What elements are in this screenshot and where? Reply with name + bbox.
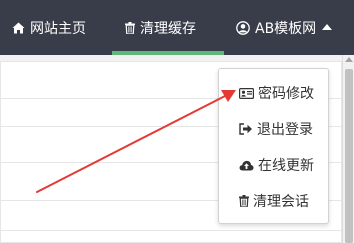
nav-clear-cache-label: 清理缓存	[140, 20, 196, 37]
menu-item-label: 退出登录	[257, 122, 313, 138]
menu-item-label: 清理会话	[253, 194, 309, 210]
menu-item-logout[interactable]: 退出登录	[219, 111, 330, 147]
sign-out-icon	[239, 123, 253, 135]
divider	[1, 230, 343, 231]
vertical-scrollbar[interactable]	[342, 55, 354, 243]
admin-screen: 网站主页 清理缓存 AB模板网 密码修改 退出登录 在线更新 清理会话	[0, 0, 354, 243]
menu-item-label: 密码修改	[258, 86, 314, 102]
cloud-upload-icon	[239, 160, 254, 171]
nav-home-link[interactable]: 网站主页	[12, 0, 86, 55]
caret-up-icon	[322, 22, 333, 33]
top-navigation-bar: 网站主页 清理缓存 AB模板网	[0, 0, 354, 55]
trash-icon	[239, 195, 249, 207]
menu-item-change-password[interactable]: 密码修改	[219, 75, 330, 111]
nav-clear-cache-link[interactable]: 清理缓存	[125, 0, 196, 55]
menu-item-online-update[interactable]: 在线更新	[219, 147, 330, 183]
nav-home-label: 网站主页	[30, 20, 86, 37]
user-menu-toggle[interactable]: AB模板网	[236, 0, 333, 55]
user-circle-icon	[236, 20, 250, 35]
id-card-icon	[239, 87, 254, 99]
home-icon	[12, 22, 25, 34]
user-dropdown-menu: 密码修改 退出登录 在线更新 清理会话	[218, 68, 329, 224]
user-name-label: AB模板网	[255, 20, 317, 37]
scrollbar-thumb[interactable]	[345, 69, 353, 243]
menu-item-label: 在线更新	[258, 158, 314, 174]
trash-icon	[125, 21, 135, 34]
scroll-up-arrow-icon[interactable]	[345, 57, 353, 62]
menu-item-clear-sessions[interactable]: 清理会话	[219, 183, 330, 219]
